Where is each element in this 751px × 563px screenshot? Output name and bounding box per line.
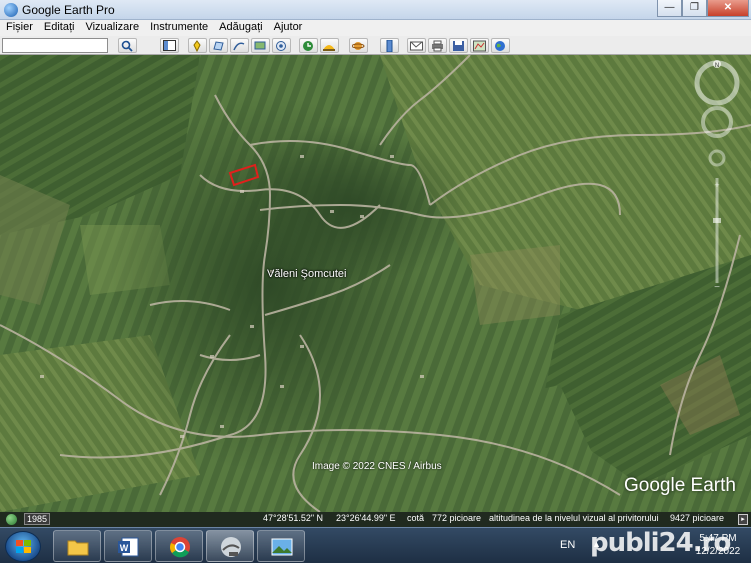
- google-earth-logo: Google Earth: [624, 475, 736, 496]
- ruler-button[interactable]: [380, 38, 399, 53]
- taskbar-word[interactable]: W: [104, 530, 152, 562]
- google-earth-pro-icon: [221, 537, 241, 557]
- minimize-button[interactable]: —: [657, 0, 682, 17]
- path-icon: [233, 42, 245, 51]
- status-bar: 1985 47°28'51.52" N 23°26'44.99" E cotă …: [0, 512, 751, 527]
- svg-text:W: W: [120, 543, 129, 553]
- status-scroll-icon[interactable]: ▸: [738, 514, 748, 525]
- longitude-readout: 23°26'44.99" E: [336, 513, 396, 523]
- switch-planet-button[interactable]: [349, 38, 368, 53]
- navigation-controls[interactable]: N + −: [686, 58, 748, 298]
- place-label[interactable]: Văleni Şomcutei: [267, 268, 347, 280]
- elevation-label: cotă: [407, 513, 425, 523]
- ruler-icon: [386, 40, 393, 52]
- planet-icon: [352, 42, 365, 50]
- add-path-button[interactable]: [230, 38, 249, 53]
- menu-help[interactable]: Ajutor: [268, 20, 308, 36]
- folder-icon: [67, 540, 89, 556]
- eye-alt-value: 9427 picioare: [670, 513, 725, 523]
- taskbar-chrome[interactable]: [155, 530, 203, 562]
- search-icon: [121, 40, 133, 52]
- map-view[interactable]: N + − Văleni Şomcutei Image © 2022 CNES …: [0, 55, 751, 512]
- add-overlay-button[interactable]: [251, 38, 270, 53]
- email-button[interactable]: [407, 38, 426, 53]
- elevation-value: 772 picioare: [432, 513, 482, 523]
- search-input[interactable]: [2, 38, 108, 53]
- menu-file[interactable]: Fișier: [0, 20, 38, 36]
- menu-edit[interactable]: Editați: [38, 20, 80, 36]
- polygon-icon: [213, 41, 224, 51]
- zoom-out-icon[interactable]: −: [714, 282, 720, 293]
- language-indicator[interactable]: EN: [560, 539, 575, 551]
- save-image-icon: [453, 41, 464, 51]
- zoom-in-icon[interactable]: +: [714, 180, 719, 190]
- historical-year-badge[interactable]: 1985: [24, 513, 51, 525]
- close-button[interactable]: ✕: [707, 0, 749, 17]
- look-ring[interactable]: [694, 60, 740, 106]
- satellite-imagery: [0, 55, 751, 512]
- record-tour-button[interactable]: [272, 38, 291, 53]
- window-title: Google Earth Pro: [22, 3, 115, 17]
- word-icon: W: [118, 537, 139, 557]
- history-icon: [303, 41, 313, 51]
- google-earth-window: { "window": { "title": "Google Earth Pro…: [0, 0, 751, 563]
- move-ring[interactable]: [701, 106, 733, 138]
- photos-icon: [271, 538, 293, 556]
- search-button[interactable]: [118, 38, 137, 53]
- add-placemark-button[interactable]: [188, 38, 207, 53]
- google-earth-app-icon: [4, 3, 18, 17]
- streaming-globe-icon: [6, 514, 17, 525]
- windows-logo-icon: [16, 540, 31, 553]
- placemark-icon: [193, 40, 201, 52]
- menu-tools[interactable]: Instrumente: [144, 20, 213, 36]
- title-bar[interactable]: Google Earth Pro — ❐ ✕: [0, 0, 751, 20]
- menu-view[interactable]: Vizualizare: [79, 20, 144, 36]
- start-button[interactable]: [5, 531, 41, 562]
- street-view-pegman[interactable]: [708, 149, 726, 167]
- sunlight-button[interactable]: [320, 38, 339, 53]
- maps-icon: [473, 40, 486, 52]
- taskbar-photos[interactable]: [257, 530, 305, 562]
- print-button[interactable]: [428, 38, 447, 53]
- sidebar-button[interactable]: [160, 38, 179, 53]
- add-polygon-button[interactable]: [209, 38, 228, 53]
- restore-button[interactable]: ❐: [682, 0, 707, 17]
- menu-add[interactable]: Adăugați: [213, 20, 267, 36]
- tour-icon: [276, 41, 286, 51]
- print-icon: [432, 40, 443, 52]
- email-icon: [410, 41, 423, 51]
- taskbar-explorer[interactable]: [53, 530, 101, 562]
- earth-gallery-button[interactable]: [491, 38, 510, 53]
- sidebar-icon: [163, 40, 176, 51]
- view-in-maps-button[interactable]: [470, 38, 489, 53]
- earth-icon: [495, 41, 505, 51]
- save-image-button[interactable]: [449, 38, 468, 53]
- eye-alt-label: altitudinea de la nivelul vizual al priv…: [489, 513, 659, 523]
- overlay-icon: [254, 41, 266, 50]
- latitude-readout: 47°28'51.52" N: [263, 513, 324, 523]
- menu-bar: Fișier Editați Vizualizare Instrumente A…: [0, 20, 751, 36]
- toolbar: [0, 36, 751, 55]
- taskbar-google-earth-pro[interactable]: [206, 530, 254, 562]
- historical-imagery-button[interactable]: [299, 38, 318, 53]
- chrome-icon: [170, 537, 190, 558]
- watermark: publi24.ro: [590, 528, 731, 558]
- sun-icon: [323, 45, 335, 51]
- image-credit: Image © 2022 CNES / Airbus: [312, 461, 442, 472]
- compass-letter: N: [715, 63, 719, 69]
- zoom-thumb[interactable]: [713, 218, 721, 223]
